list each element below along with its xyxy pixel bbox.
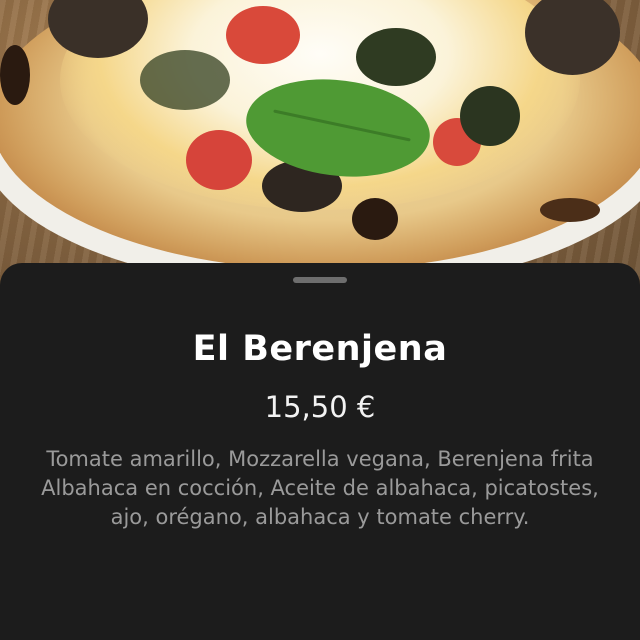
product-price: 15,50 €: [264, 390, 376, 424]
product-title: El Berenjena: [192, 329, 448, 369]
charred-crust-spot: [540, 198, 600, 222]
drag-handle[interactable]: [293, 277, 347, 283]
tomato-topping: [226, 6, 300, 64]
tomato-topping: [186, 130, 252, 190]
pesto-topping: [140, 50, 230, 110]
charred-crust-spot: [352, 198, 398, 240]
product-photo: [0, 0, 640, 290]
pesto-topping: [460, 86, 520, 146]
pesto-topping: [356, 28, 436, 86]
product-detail-sheet: El Berenjena 15,50 € Tomate amarillo, Mo…: [0, 263, 640, 640]
charred-crust-spot: [0, 45, 30, 105]
product-description: Tomate amarillo, Mozzarella vegana, Bere…: [41, 447, 599, 529]
